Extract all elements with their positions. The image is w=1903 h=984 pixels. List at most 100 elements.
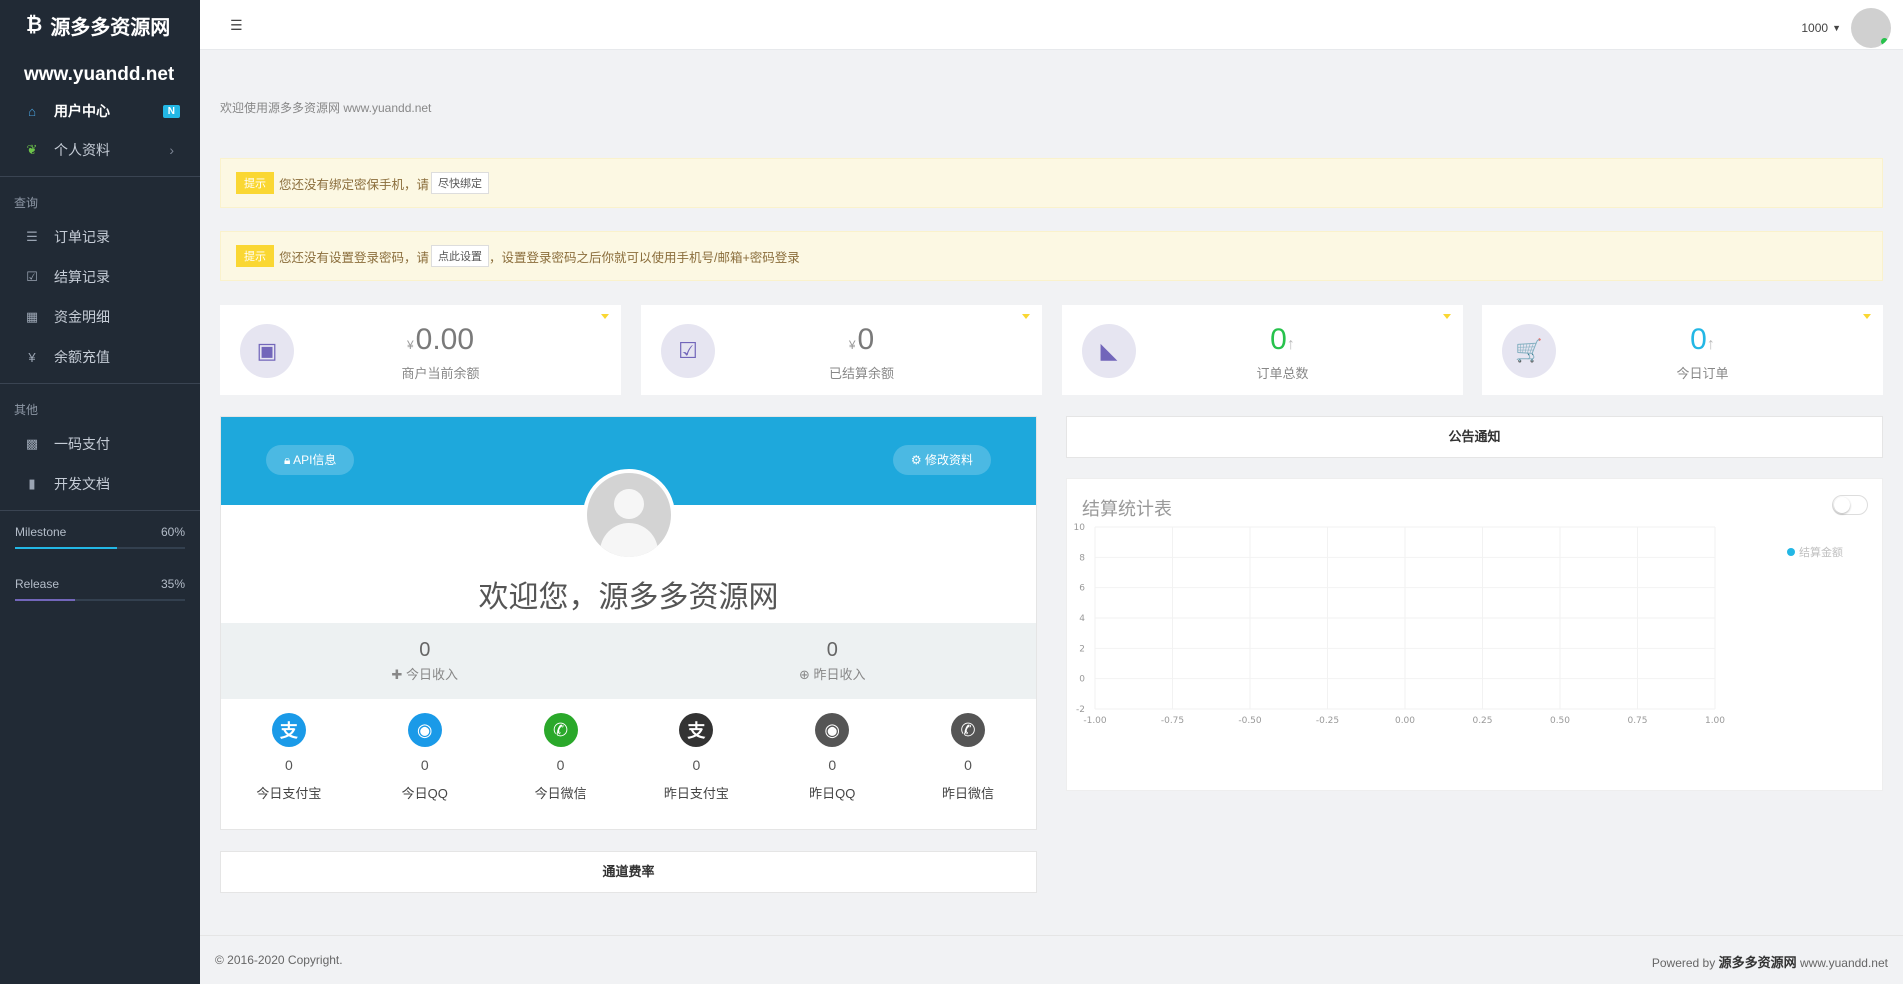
user-id: 1000 xyxy=(1801,21,1829,35)
stat-balance: ▣ ¥0.00 商户当前余额 xyxy=(220,305,621,395)
sidebar-item-label: 资金明细 xyxy=(54,309,110,325)
stat-label: 商户当前余额 xyxy=(401,366,480,381)
sidebar-item-label: 结算记录 xyxy=(54,269,110,285)
sidebar-item-dev-docs[interactable]: ▮ 开发文档 xyxy=(0,464,200,504)
progress-track xyxy=(15,599,185,601)
brand-name: 源多多资源网 xyxy=(50,16,171,39)
income-row: 0 ✚ 今日收入 0 ⊕ 昨日收入 xyxy=(221,623,1036,699)
pay-value: 0 xyxy=(828,757,837,773)
arrow-up-icon: ↑ xyxy=(1286,336,1295,353)
pay-label: 昨日微信 xyxy=(942,786,995,801)
pay-value: 0 xyxy=(420,757,429,773)
powered-url: www.yuandd.net xyxy=(1799,956,1888,970)
brand[interactable]: ₿ 源多多资源网 xyxy=(0,0,200,50)
payment-stats-row: 支 0 今日支付宝 ◉ 0 今日QQ ✆ 0 今日微信 支 0 昨日支付宝 ◉ … xyxy=(221,703,1036,802)
powered-prefix: Powered by xyxy=(1651,956,1716,970)
powered-by: Powered by 源多多资源网 www.yuandd.net xyxy=(1652,952,1888,971)
site-url: www.yuandd.net xyxy=(24,64,175,85)
profile-avatar xyxy=(583,469,675,561)
arrow-up-icon: ↑ xyxy=(1706,336,1715,353)
stat-order-total: ◣ 0↑ 订单总数 xyxy=(1062,305,1463,395)
channel-rate-panel[interactable]: 通道费率 xyxy=(220,851,1037,893)
stat-label: 今日订单 xyxy=(1676,366,1729,381)
user-menu[interactable]: 1000 ▼ xyxy=(1801,8,1891,48)
set-password-button[interactable]: 点此设置 xyxy=(431,245,490,267)
progress-release: Release 35% xyxy=(0,577,200,601)
bitcoin-logo-icon: ₿ xyxy=(26,13,43,36)
qq-icon: ◉ xyxy=(407,713,442,747)
chart-toggle-switch[interactable] xyxy=(1832,495,1868,515)
sidebar-item-settlements[interactable]: ☑ 结算记录 xyxy=(0,257,200,297)
divider xyxy=(0,510,200,511)
pay-today-wechat: ✆ 0 今日微信 xyxy=(493,703,629,802)
announcement-panel[interactable]: 公告通知 xyxy=(1066,416,1883,458)
stat-label: 订单总数 xyxy=(1256,366,1309,381)
lock-icon: 🔒︎ xyxy=(284,453,294,467)
settlement-chart-panel: 10 8 6 4 2 0 -2 -1.00 -0.75 -0.50 -0.25 0.00 0.25 0.… xyxy=(1066,478,1883,791)
profile-panel: 🔒︎ API信息 ⚙ 修改资料 欢迎您，源多多资源网 0 ✚ 今日收入 0 ⊕ … xyxy=(220,416,1037,830)
pay-label: 今日QQ xyxy=(401,786,448,801)
sidebar-item-profile[interactable]: ❦ 个人资料 › xyxy=(0,130,200,170)
corner-marker-icon xyxy=(1863,314,1871,319)
x-tick-label: -0.50 xyxy=(1238,716,1262,726)
progress-fill xyxy=(15,599,75,601)
alert-text-after: ，设置登录密码之后你就可以使用手机号/邮箱+密码登录 xyxy=(489,250,800,265)
section-label-query: 查询 xyxy=(14,196,39,210)
x-tick-label: 0.75 xyxy=(1627,716,1647,726)
footer: © 2016-2020 Copyright. Powered by 源多多资源网… xyxy=(200,935,1903,984)
api-info-button[interactable]: 🔒︎ API信息 xyxy=(266,445,355,475)
pay-label: 今日支付宝 xyxy=(256,786,322,801)
plus-circle-icon: ⊕ xyxy=(798,667,814,682)
stat-value: 0 xyxy=(1270,323,1287,356)
progress-label: Milestone xyxy=(15,525,67,539)
new-badge: N xyxy=(162,104,180,118)
progress-track xyxy=(15,547,185,549)
stat-label: 已结算余额 xyxy=(828,366,894,381)
qq-icon: ◉ xyxy=(815,713,850,747)
welcome-title: 欢迎您，源多多资源网 xyxy=(478,581,779,614)
sidebar-item-label: 个人资料 xyxy=(54,142,110,158)
stat-value: 0 xyxy=(1690,323,1707,356)
switch-knob xyxy=(1834,497,1850,513)
stat-value: 0 xyxy=(857,323,875,356)
pay-yesterday-alipay: 支 0 昨日支付宝 xyxy=(628,703,764,802)
alert-tag: 提示 xyxy=(236,245,274,267)
top-header: ☰ 1000 ▼ xyxy=(200,0,1903,50)
check-square-icon: ☑ xyxy=(26,269,38,284)
avatar[interactable] xyxy=(1851,8,1891,48)
menu-toggle-icon[interactable]: ☰ xyxy=(230,17,243,34)
y-tick-label: -2 xyxy=(1076,705,1085,715)
income-value: 0 xyxy=(826,639,838,661)
pay-yesterday-wechat: ✆ 0 昨日微信 xyxy=(900,703,1036,802)
list-icon: ☰ xyxy=(26,229,38,244)
legend-marker xyxy=(1787,548,1795,556)
x-tick-label: 0.25 xyxy=(1472,716,1492,726)
sidebar-item-user-center[interactable]: ⌂ 用户中心 N xyxy=(0,100,200,122)
sidebar-item-label: 用户中心 xyxy=(54,103,110,119)
chevron-right-icon: › xyxy=(169,142,174,158)
alert-bind-phone: 提示 您还没有绑定密保手机，请 尽快绑定 xyxy=(220,158,1883,208)
y-tick-label: 0 xyxy=(1079,675,1085,685)
sidebar: ₿ 源多多资源网 www.yuandd.net ⌂ 用户中心 N ❦ 个人资料 … xyxy=(0,0,200,984)
caret-down-icon: ▼ xyxy=(1832,23,1841,33)
alipay-icon: 支 xyxy=(271,713,306,747)
progress-milestone: Milestone 60% xyxy=(0,525,200,549)
pay-label: 今日微信 xyxy=(534,786,587,801)
sidebar-item-label: 一码支付 xyxy=(54,436,110,452)
chart-legend: 结算金额 xyxy=(1787,545,1843,559)
sidebar-item-orders[interactable]: ☰ 订单记录 xyxy=(0,217,200,257)
sidebar-item-recharge[interactable]: ¥ 余额充值 xyxy=(0,337,200,377)
currency-symbol: ¥ xyxy=(406,338,414,352)
pay-yesterday-qq: ◉ 0 昨日QQ xyxy=(764,703,900,802)
wechat-icon: ✆ xyxy=(951,713,986,747)
income-value: 0 xyxy=(419,639,431,661)
edit-profile-button[interactable]: ⚙ 修改资料 xyxy=(892,445,991,475)
section-label-other: 其他 xyxy=(14,403,39,417)
copyright: © 2016-2020 Copyright. xyxy=(215,953,343,967)
sidebar-item-one-code-pay[interactable]: ▩ 一码支付 xyxy=(0,424,200,464)
wechat-icon: ✆ xyxy=(543,713,578,747)
pay-label: 昨日QQ xyxy=(809,786,856,801)
stat-today-orders: 🛒 0↑ 今日订单 xyxy=(1482,305,1883,395)
sidebar-item-funds[interactable]: ▦ 资金明细 xyxy=(0,297,200,337)
bind-phone-button[interactable]: 尽快绑定 xyxy=(431,172,490,194)
